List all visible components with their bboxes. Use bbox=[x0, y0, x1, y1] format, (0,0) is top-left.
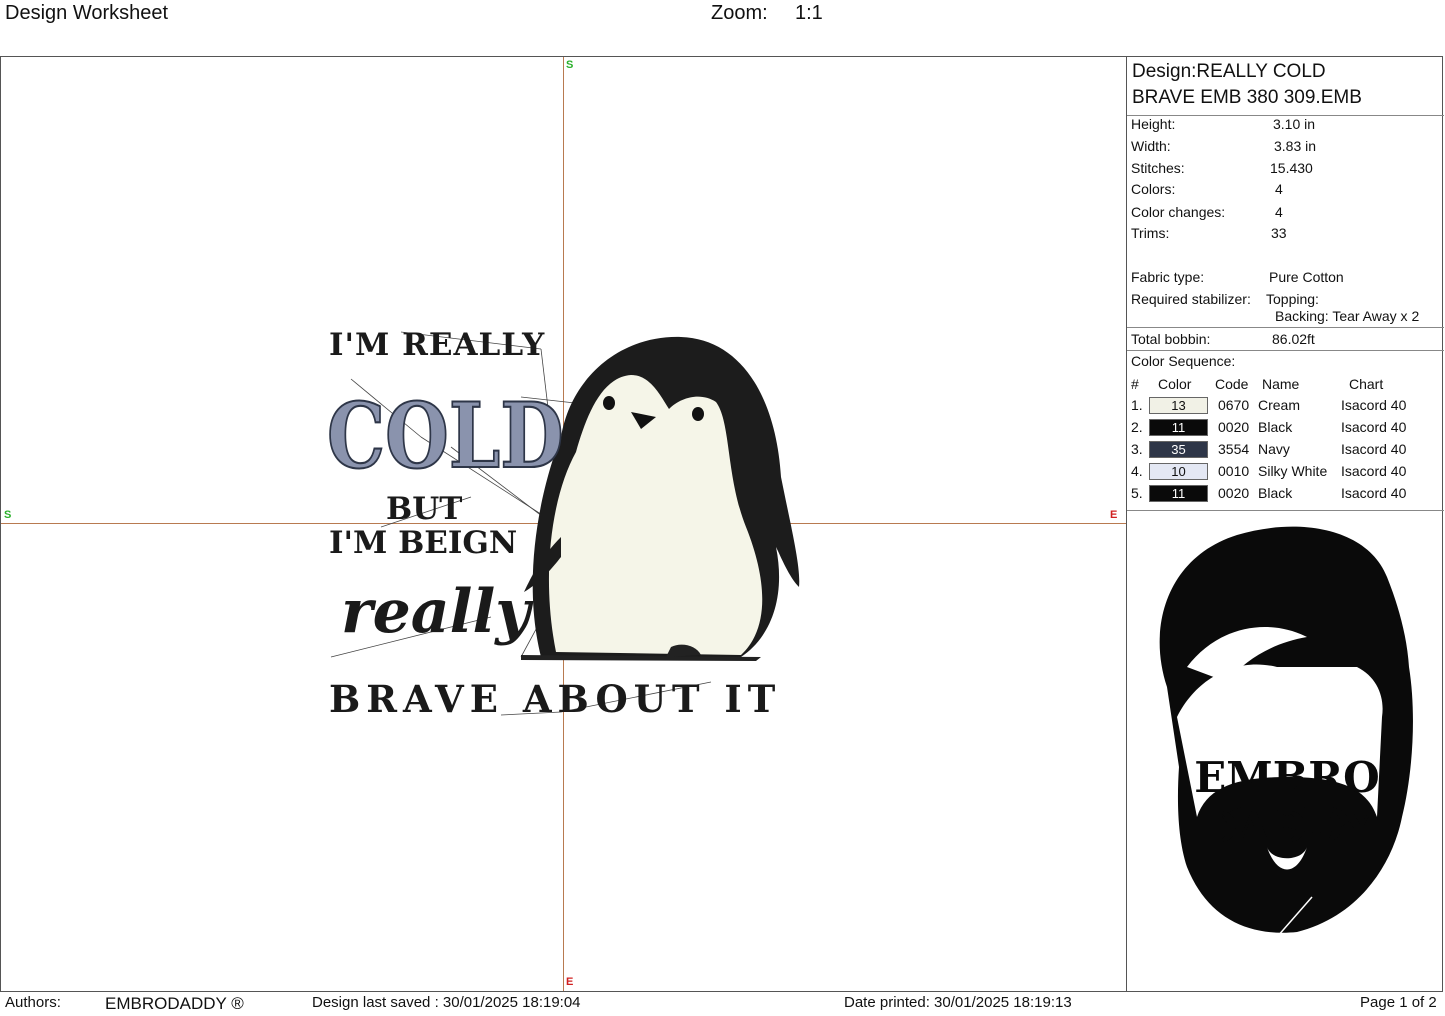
divider bbox=[1127, 327, 1444, 328]
trims-label: Trims: bbox=[1131, 225, 1170, 241]
divider bbox=[1127, 510, 1444, 511]
colors-label: Colors: bbox=[1131, 181, 1176, 197]
color-changes-value: 4 bbox=[1275, 204, 1283, 220]
beard-head-icon bbox=[1159, 526, 1413, 938]
backing-value: Backing: Tear Away x 2 bbox=[1275, 308, 1420, 324]
design-info-panel: Design:REALLY COLD BRAVE EMB 380 309.EMB… bbox=[1126, 57, 1444, 991]
thread-chart: Isacord 40 bbox=[1341, 419, 1407, 435]
thread-name: Silky White bbox=[1258, 463, 1328, 479]
fabric-label: Fabric type: bbox=[1131, 269, 1205, 285]
color-sequence-row[interactable]: 4. 10 0010 Silky White Isacord 40 bbox=[1127, 463, 1444, 481]
design-text-line3: BUT bbox=[386, 491, 462, 527]
design-text-line4: I'M BEIGN bbox=[329, 525, 517, 561]
row-number: 5. bbox=[1131, 485, 1143, 501]
design-text-line1: I'M REALLY bbox=[329, 327, 545, 363]
height-label: Height: bbox=[1131, 116, 1176, 132]
bobbin-label: Total bobbin: bbox=[1131, 331, 1211, 347]
width-label: Width: bbox=[1131, 138, 1171, 154]
header-num: # bbox=[1131, 376, 1139, 392]
header-chart: Chart bbox=[1349, 376, 1384, 392]
date-printed: Date printed: 30/01/2025 18:19:13 bbox=[844, 994, 1072, 1011]
embrodaddy-logo: EMBRO DADDY bbox=[1159, 526, 1413, 938]
color-changes-label: Color changes: bbox=[1131, 204, 1226, 220]
color-sequence-row[interactable]: 3. 35 3554 Navy Isacord 40 bbox=[1127, 441, 1444, 459]
row-number: 4. bbox=[1131, 463, 1143, 479]
zoom-value[interactable]: 1:1 bbox=[795, 2, 823, 25]
page-number: Page 1 of 2 bbox=[1360, 994, 1437, 1011]
worksheet-header: Design Worksheet Zoom: 1:1 bbox=[0, 0, 1445, 56]
color-swatch: 10 bbox=[1149, 463, 1208, 480]
thread-code: 0020 bbox=[1218, 485, 1250, 501]
header-code: Code bbox=[1215, 376, 1249, 392]
thread-name: Black bbox=[1258, 419, 1293, 435]
color-swatch: 13 bbox=[1149, 397, 1208, 414]
thread-chart: Isacord 40 bbox=[1341, 441, 1407, 457]
row-number: 2. bbox=[1131, 419, 1143, 435]
authors-label: Authors: bbox=[5, 994, 61, 1011]
color-sequence-row[interactable]: 1. 13 0670 Cream Isacord 40 bbox=[1127, 397, 1444, 415]
thread-chart: Isacord 40 bbox=[1341, 485, 1407, 501]
fabric-value: Pure Cotton bbox=[1269, 269, 1344, 285]
thread-code: 0010 bbox=[1218, 463, 1250, 479]
thread-chart: Isacord 40 bbox=[1341, 463, 1407, 479]
header-color: Color bbox=[1158, 376, 1192, 392]
thread-code: 0020 bbox=[1218, 419, 1250, 435]
worksheet-footer: Authors: EMBRODADDY ® Design last saved … bbox=[0, 992, 1445, 1016]
zoom-label: Zoom: bbox=[711, 2, 768, 24]
design-last-saved: Design last saved : 30/01/2025 18:19:04 bbox=[312, 994, 581, 1011]
bobbin-value: 86.02ft bbox=[1272, 331, 1315, 347]
color-sequence-label: Color Sequence: bbox=[1131, 353, 1236, 369]
color-sequence-row[interactable]: 5. 11 0020 Black Isacord 40 bbox=[1127, 485, 1444, 503]
thread-name: Navy bbox=[1258, 441, 1290, 457]
stitches-value: 15.430 bbox=[1270, 160, 1313, 176]
thread-code: 3554 bbox=[1218, 441, 1250, 457]
thread-chart: Isacord 40 bbox=[1341, 397, 1407, 413]
stabilizer-label: Required stabilizer: bbox=[1131, 291, 1251, 307]
row-number: 1. bbox=[1131, 397, 1143, 413]
thread-name: Cream bbox=[1258, 397, 1301, 413]
width-value: 3.83 in bbox=[1274, 138, 1317, 154]
worksheet-title: Design Worksheet bbox=[5, 2, 169, 24]
header-name: Name bbox=[1262, 376, 1300, 392]
color-sequence-row[interactable]: 2. 11 0020 Black Isacord 40 bbox=[1127, 419, 1444, 437]
color-swatch: 11 bbox=[1149, 419, 1208, 436]
design-text-line6: BRAVE ABOUT IT bbox=[329, 677, 781, 721]
logo-text-line1: EMBRO bbox=[1194, 753, 1380, 802]
design-name-line2: BRAVE EMB 380 309.EMB bbox=[1132, 87, 1362, 108]
thread-name: Black bbox=[1258, 485, 1293, 501]
design-text-line5: really bbox=[341, 577, 534, 647]
embroidery-design: I'M REALLY COLD BUT I'M BEIGN really BRA… bbox=[326, 327, 800, 721]
logo-text-line2: DADDY bbox=[1201, 803, 1374, 852]
divider bbox=[1127, 350, 1444, 351]
authors-value: EMBRODADDY ® bbox=[105, 994, 244, 1013]
design-text-line2: COLD bbox=[327, 383, 564, 489]
trims-value: 33 bbox=[1271, 225, 1287, 241]
thread-code: 0670 bbox=[1218, 397, 1250, 413]
design-canvas[interactable]: S S E E I'M REALLY COLD BUT I'M BEIGN re… bbox=[1, 57, 1126, 991]
color-swatch: 11 bbox=[1149, 485, 1208, 502]
topping-value: Topping: bbox=[1266, 291, 1319, 307]
color-swatch: 35 bbox=[1149, 441, 1208, 458]
height-value: 3.10 in bbox=[1273, 116, 1316, 132]
stitches-label: Stitches: bbox=[1131, 160, 1185, 176]
design-name: Design:REALLY COLD BRAVE EMB 380 309.EMB bbox=[1132, 59, 1362, 111]
design-name-line1: Design:REALLY COLD bbox=[1132, 61, 1326, 82]
colors-value: 4 bbox=[1275, 181, 1283, 197]
row-number: 3. bbox=[1131, 441, 1143, 457]
